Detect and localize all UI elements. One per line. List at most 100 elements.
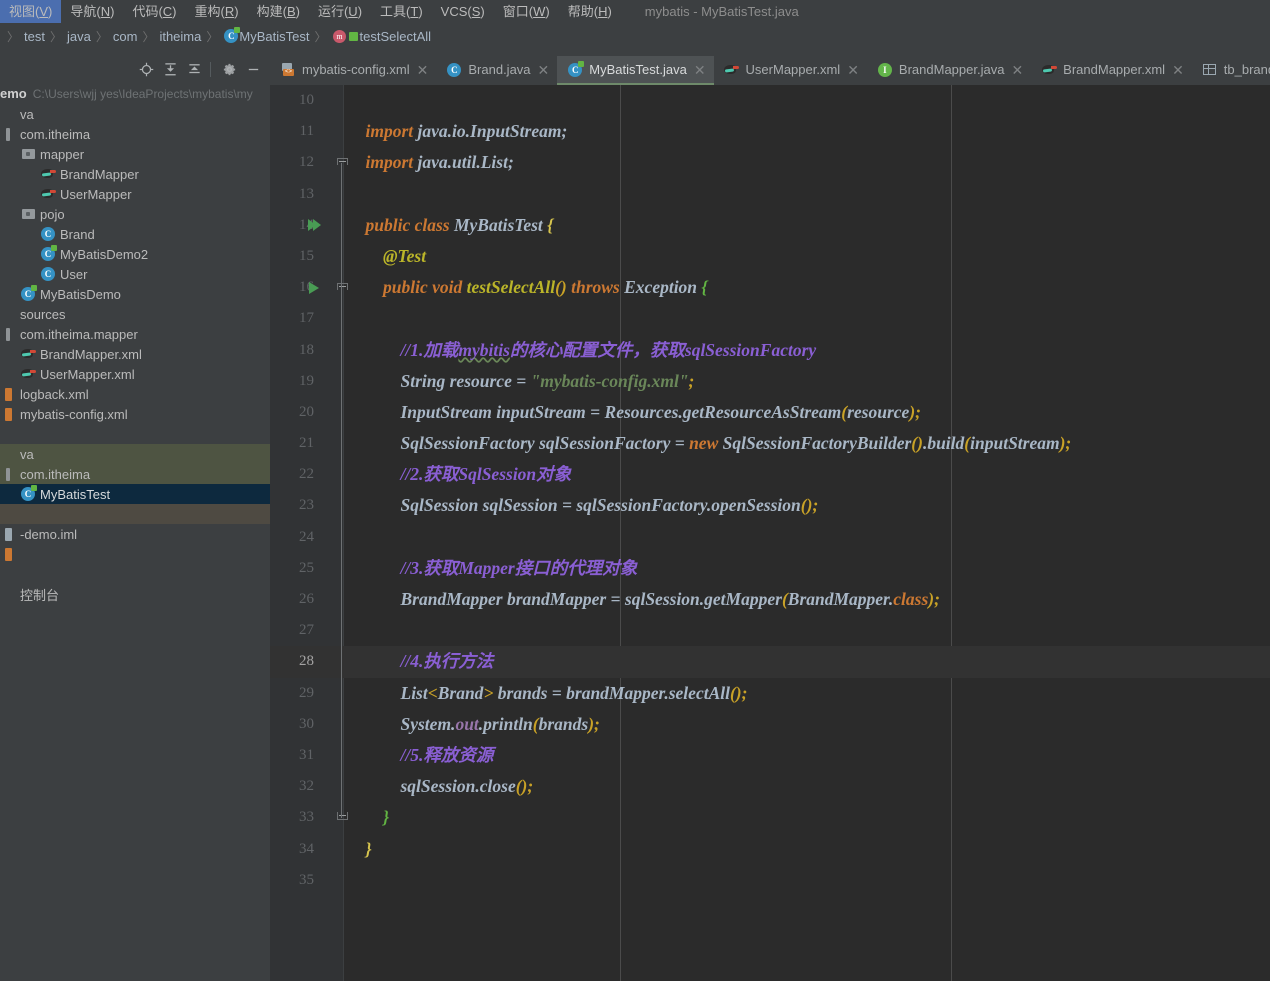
run-method-icon[interactable]: [306, 272, 322, 303]
code-line[interactable]: 19 String resource = "mybatis-config.xml…: [270, 366, 1270, 397]
menu-vcs[interactable]: VCS(S): [432, 0, 494, 23]
menu-run[interactable]: 运行(U): [309, 0, 371, 23]
code-line[interactable]: 18 //1.加载mybitis的核心配置文件，获取sqlSessionFact…: [270, 335, 1270, 366]
run-class-icon[interactable]: [306, 210, 322, 241]
code-token: java.util.List;: [413, 152, 514, 173]
tree-item-logback-xml[interactable]: logback.xml: [0, 384, 270, 404]
tree-item-brandmapper-xml[interactable]: BrandMapper.xml: [0, 344, 270, 364]
breadcrumb-item-mybatistest[interactable]: MyBatisTest: [239, 29, 309, 44]
code-line[interactable]: 23 SqlSession sqlSession = sqlSessionFac…: [270, 490, 1270, 521]
code-text: }: [348, 802, 389, 833]
code-line[interactable]: 31 //5.释放资源: [270, 740, 1270, 771]
code-token: Exception: [619, 277, 702, 298]
code-line[interactable]: 32 sqlSession.close();: [270, 771, 1270, 802]
close-tab-icon[interactable]: ✕: [1011, 63, 1023, 77]
breadcrumb-item-itheima[interactable]: itheima: [159, 29, 201, 44]
menu-tools[interactable]: 工具(T): [371, 0, 432, 23]
xml-config-icon: <>: [280, 62, 296, 78]
code-line[interactable]: 15 @Test: [270, 241, 1270, 272]
editor-tab-tb-brand[interactable]: tb_brand✕: [1192, 56, 1270, 85]
code-line[interactable]: 30 System.out.println(brands);: [270, 709, 1270, 740]
tree-item-demo-iml[interactable]: -demo.iml: [0, 524, 270, 544]
tree-item-com-itheima[interactable]: com.itheima: [0, 124, 270, 144]
code-token: <: [427, 682, 438, 703]
code-line[interactable]: 29 List<Brand> brands = brandMapper.sele…: [270, 678, 1270, 709]
tree-item-mybatisdemo[interactable]: C MyBatisDemo: [0, 284, 270, 304]
tree-item-com-itheima[interactable]: com.itheima: [0, 464, 270, 484]
tree-item-user[interactable]: C User: [0, 264, 270, 284]
close-tab-icon[interactable]: ✕: [694, 63, 706, 77]
code-line[interactable]: 28 //4.执行方法: [270, 646, 1270, 678]
code-token: {: [547, 214, 554, 235]
menu-navigate[interactable]: 导航(N): [61, 0, 123, 23]
code-line[interactable]: 24: [270, 522, 1270, 553]
editor-tab-mybatis-config-xml[interactable]: <> mybatis-config.xml ✕: [270, 56, 436, 85]
close-tab-icon[interactable]: ✕: [847, 63, 859, 77]
close-tab-icon[interactable]: ✕: [417, 63, 429, 77]
tree-item-blank: [0, 504, 270, 524]
tree-item-va[interactable]: va: [0, 104, 270, 124]
code-line[interactable]: 27: [270, 615, 1270, 646]
tree-item-brand[interactable]: C Brand: [0, 224, 270, 244]
breadcrumb-item-java[interactable]: java: [67, 29, 91, 44]
tree-item-mybatistest[interactable]: C MyBatisTest: [0, 484, 270, 504]
menu-code[interactable]: 代码(C): [123, 0, 185, 23]
code-line[interactable]: 11 import java.io.InputStream;: [270, 116, 1270, 147]
code-line[interactable]: 22 //2.获取SqlSession对象: [270, 459, 1270, 490]
tree-item-usermapper[interactable]: UserMapper: [0, 184, 270, 204]
code-editor[interactable]: 10 11 import java.io.InputStream; 12 impor…: [270, 85, 1270, 981]
code-line[interactable]: 25 //3.获取Mapper接口的代理对象: [270, 553, 1270, 584]
code-line[interactable]: 14 public class MyBatisTest {: [270, 210, 1270, 241]
editor-tab-brand-java[interactable]: C Brand.java ✕: [436, 56, 557, 85]
code-line[interactable]: 26 BrandMapper brandMapper = sqlSession.…: [270, 584, 1270, 615]
code-line[interactable]: 21 SqlSessionFactory sqlSessionFactory =…: [270, 428, 1270, 459]
idea-window: 视图(V) 导航(N) 代码(C) 重构(R) 构建(B) 运行(U) 工具(T) VCS(S…: [0, 0, 1270, 981]
editor-tab-usermapper-xml[interactable]: UserMapper.xml ✕: [714, 56, 867, 85]
locate-icon[interactable]: [135, 59, 157, 81]
code-line[interactable]: 10: [270, 85, 1270, 116]
editor-tab-bar[interactable]: <> mybatis-config.xml ✕ C Brand.java ✕ C MyBati…: [270, 56, 1270, 85]
menu-help[interactable]: 帮助(H): [559, 0, 621, 23]
project-tree[interactable]: va com.itheima mapper BrandMapper UserMapper…: [0, 104, 270, 981]
editor-tab-mybatistest-java[interactable]: C MyBatisTest.java ✕: [557, 56, 714, 85]
code-token: mybitis: [458, 339, 510, 360]
code-line[interactable]: 12 import java.util.List;: [270, 147, 1270, 178]
expand-all-icon[interactable]: [159, 59, 181, 81]
close-tab-icon[interactable]: ✕: [538, 63, 550, 77]
menu-view[interactable]: 视图(V): [0, 0, 62, 23]
tree-item-[interactable]: 控制台: [0, 584, 270, 604]
code-line[interactable]: 13: [270, 179, 1270, 210]
tree-item-usermapper-xml[interactable]: UserMapper.xml: [0, 364, 270, 384]
tree-item-mybatis-config-xml[interactable]: mybatis-config.xml: [0, 404, 270, 424]
menu-build[interactable]: 构建(B): [248, 0, 309, 23]
line-number: 24: [299, 528, 314, 545]
code-line[interactable]: 16 public void testSelectAll() throws Ex…: [270, 272, 1270, 303]
editor-tab-brandmapper-xml[interactable]: BrandMapper.xml ✕: [1031, 56, 1192, 85]
tree-item-com-itheima-mapper[interactable]: com.itheima.mapper: [0, 324, 270, 344]
collapse-all-icon[interactable]: [183, 59, 205, 81]
code-line[interactable]: 33 }: [270, 802, 1270, 833]
breadcrumb-item-com[interactable]: com: [113, 29, 138, 44]
tree-item-brandmapper[interactable]: BrandMapper: [0, 164, 270, 184]
interface-icon: I: [877, 62, 893, 78]
tree-item-mybatisdemo2[interactable]: C MyBatisDemo2: [0, 244, 270, 264]
breadcrumb-item-test[interactable]: test: [24, 29, 45, 44]
code-lines[interactable]: 10 11 import java.io.InputStream; 12 impor…: [270, 85, 1270, 981]
breadcrumb-item-testselectall[interactable]: testSelectAll: [359, 29, 431, 44]
gear-icon[interactable]: [218, 59, 240, 81]
menu-refactor[interactable]: 重构(R): [186, 0, 248, 23]
code-line[interactable]: 35: [270, 865, 1270, 896]
code-line[interactable]: 17: [270, 303, 1270, 334]
project-root-row[interactable]: emo C:\Users\wjj yes\IdeaProjects\mybati…: [0, 83, 270, 104]
tree-item-va[interactable]: va: [0, 444, 270, 464]
editor-tab-brandmapper-java[interactable]: I BrandMapper.java ✕: [867, 56, 1031, 85]
tree-item-mapper[interactable]: mapper: [0, 144, 270, 164]
close-tab-icon[interactable]: ✕: [1172, 63, 1184, 77]
code-line[interactable]: 34 }: [270, 834, 1270, 865]
menu-window[interactable]: 窗口(W): [494, 0, 559, 23]
minimize-icon[interactable]: [242, 59, 264, 81]
tree-item-sources[interactable]: sources: [0, 304, 270, 324]
code-line[interactable]: 20 InputStream inputStream = Resources.g…: [270, 397, 1270, 428]
tree-item-pojo[interactable]: pojo: [0, 204, 270, 224]
